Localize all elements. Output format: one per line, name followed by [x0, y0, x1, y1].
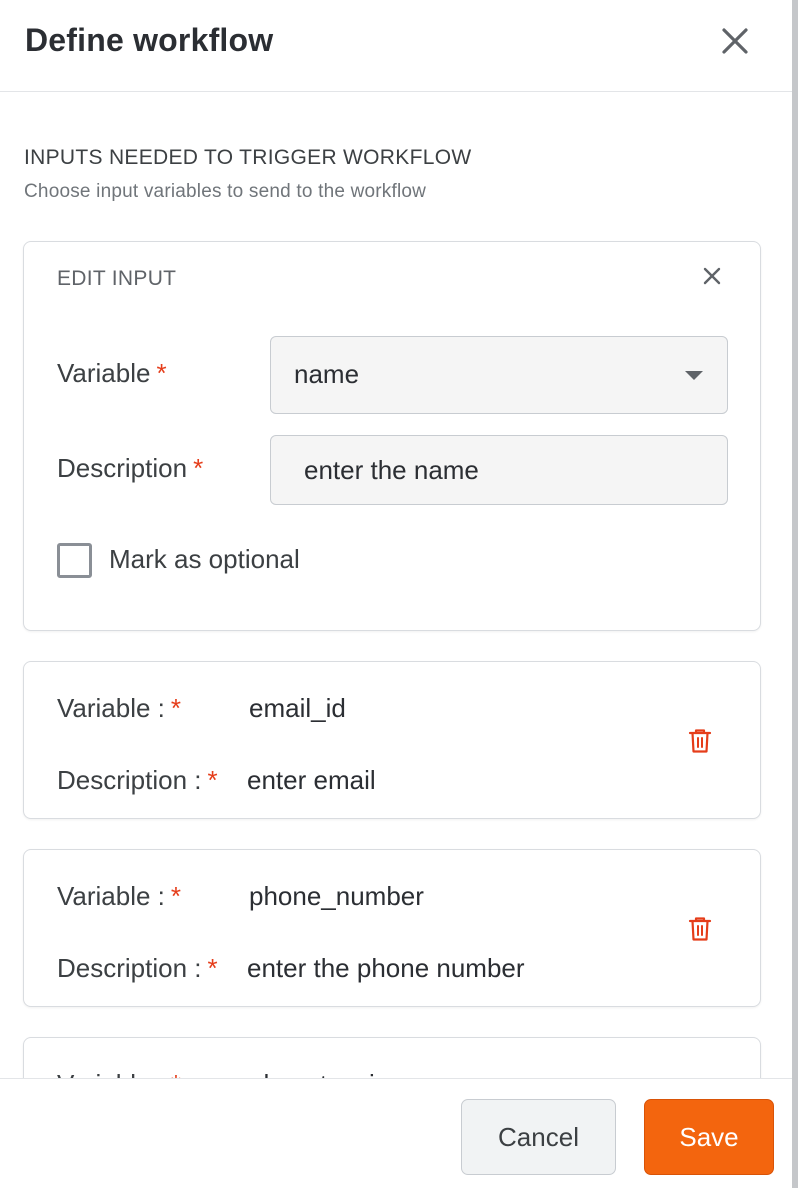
input-item-card: Variable :* ph_extension — [23, 1037, 761, 1078]
required-mark: * — [207, 765, 218, 795]
description-label: Description : * — [57, 953, 218, 983]
input-item-card: Variable : * phone_number Description : * … — [23, 849, 761, 1007]
cancel-button[interactable]: Cancel — [461, 1099, 616, 1175]
variable-select-value: name — [294, 359, 360, 389]
required-mark: * — [170, 693, 182, 723]
required-mark: * — [156, 358, 167, 388]
description-label: Description : * — [57, 765, 218, 795]
variable-value: phone_number — [249, 881, 424, 911]
save-button[interactable]: Save — [644, 1099, 774, 1175]
required-mark: * — [170, 881, 182, 911]
description-value: enter email — [247, 765, 376, 795]
close-icon[interactable] — [700, 264, 724, 288]
required-mark: * — [193, 453, 204, 483]
variable-label: Variable :* — [57, 1069, 181, 1078]
dialog-title: Define workflow — [25, 22, 274, 58]
section-subtitle: Choose input variables to send to the wo… — [24, 181, 427, 202]
description-input[interactable]: enter the name — [270, 435, 728, 505]
variable-value: email_id — [249, 693, 346, 723]
input-item-card: Variable : * email_id Description : * ente… — [23, 661, 761, 819]
optional-checkbox-label[interactable]: Mark as optional — [109, 544, 300, 575]
required-mark: * — [171, 1069, 181, 1078]
edit-input-title: EDIT INPUT — [57, 267, 177, 290]
optional-checkbox[interactable] — [57, 543, 92, 578]
variable-select[interactable]: name — [270, 336, 728, 414]
close-icon[interactable] — [716, 22, 754, 60]
section-title: INPUTS NEEDED TO TRIGGER WORKFLOW — [24, 146, 472, 169]
required-mark: * — [207, 953, 218, 983]
dialog-header: Define workflow — [0, 0, 798, 92]
trash-icon[interactable] — [688, 916, 712, 942]
caret-down-icon — [685, 371, 703, 380]
variable-label: Variable :* — [57, 881, 182, 911]
scrollbar[interactable] — [792, 0, 798, 1188]
dialog-body[interactable]: INPUTS NEEDED TO TRIGGER WORKFLOW Choose… — [0, 93, 798, 1078]
description-label: Description * — [57, 453, 204, 483]
variable-value: ph_extension — [249, 1069, 404, 1078]
edit-input-card: EDIT INPUT Variable * name Description * e… — [23, 241, 761, 631]
description-value: enter the phone number — [247, 953, 525, 983]
variable-label: Variable * — [57, 358, 167, 388]
variable-label: Variable :* — [57, 693, 182, 723]
trash-icon[interactable] — [688, 728, 712, 754]
dialog-footer: Cancel Save — [0, 1078, 798, 1188]
